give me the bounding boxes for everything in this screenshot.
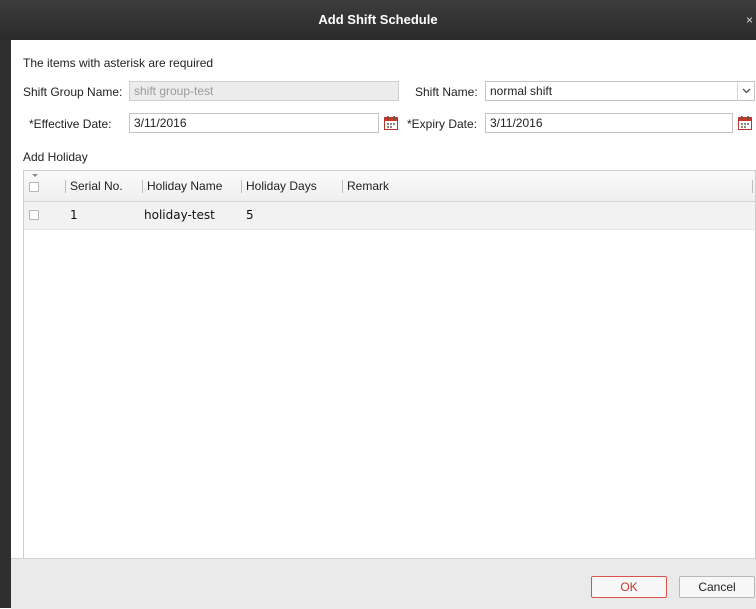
dialog-content: The items with asterisk are required Shi… — [11, 40, 756, 608]
calendar-icon[interactable] — [384, 116, 398, 130]
cell-holiday-days: 5 — [246, 208, 254, 222]
sort-indicator-icon — [32, 174, 38, 177]
column-header-holiday-name[interactable]: Holiday Name — [147, 171, 222, 201]
required-note: The items with asterisk are required — [23, 56, 214, 70]
table-header: Serial No. Holiday Name Holiday Days Rem… — [24, 171, 755, 202]
row-checkbox[interactable] — [29, 210, 39, 220]
column-header-holiday-days[interactable]: Holiday Days — [246, 171, 317, 201]
dialog-footer: OK Cancel — [11, 558, 756, 609]
ok-button[interactable]: OK — [591, 576, 667, 598]
dialog-titlebar: Add Shift Schedule × — [0, 0, 756, 41]
calendar-icon[interactable] — [738, 116, 752, 130]
column-header-remark[interactable]: Remark — [347, 171, 389, 201]
column-divider — [142, 180, 143, 193]
column-divider — [752, 180, 753, 193]
add-holiday-label: Add Holiday — [23, 150, 88, 164]
cell-serial-no: 1 — [70, 208, 78, 222]
column-header-serial-no[interactable]: Serial No. — [70, 171, 123, 201]
expiry-date-field[interactable]: 3/11/2016 — [485, 113, 733, 133]
shift-name-select[interactable]: normal shift — [485, 81, 755, 101]
column-divider — [65, 180, 66, 193]
select-all-checkbox[interactable] — [29, 182, 39, 192]
column-divider — [241, 180, 242, 193]
close-icon[interactable]: × — [746, 0, 756, 40]
shift-name-value: normal shift — [490, 84, 553, 98]
dialog-frame-left — [0, 40, 11, 608]
dialog-title: Add Shift Schedule — [318, 12, 438, 27]
shift-group-name-label: Shift Group Name: — [23, 85, 123, 99]
chevron-down-icon[interactable] — [737, 82, 754, 100]
holiday-table: Serial No. Holiday Name Holiday Days Rem… — [23, 170, 756, 589]
effective-date-label: *Effective Date: — [29, 117, 112, 131]
column-divider — [342, 180, 343, 193]
expiry-date-label: *Expiry Date: — [407, 117, 478, 131]
cell-holiday-name: holiday-test — [144, 208, 215, 222]
table-row[interactable]: 1 holiday-test 5 — [24, 202, 755, 230]
effective-date-field[interactable]: 3/11/2016 — [129, 113, 379, 133]
shift-name-label: Shift Name: — [415, 85, 478, 99]
shift-group-name-field: shift group-test — [129, 81, 399, 101]
cancel-button[interactable]: Cancel — [679, 576, 755, 598]
